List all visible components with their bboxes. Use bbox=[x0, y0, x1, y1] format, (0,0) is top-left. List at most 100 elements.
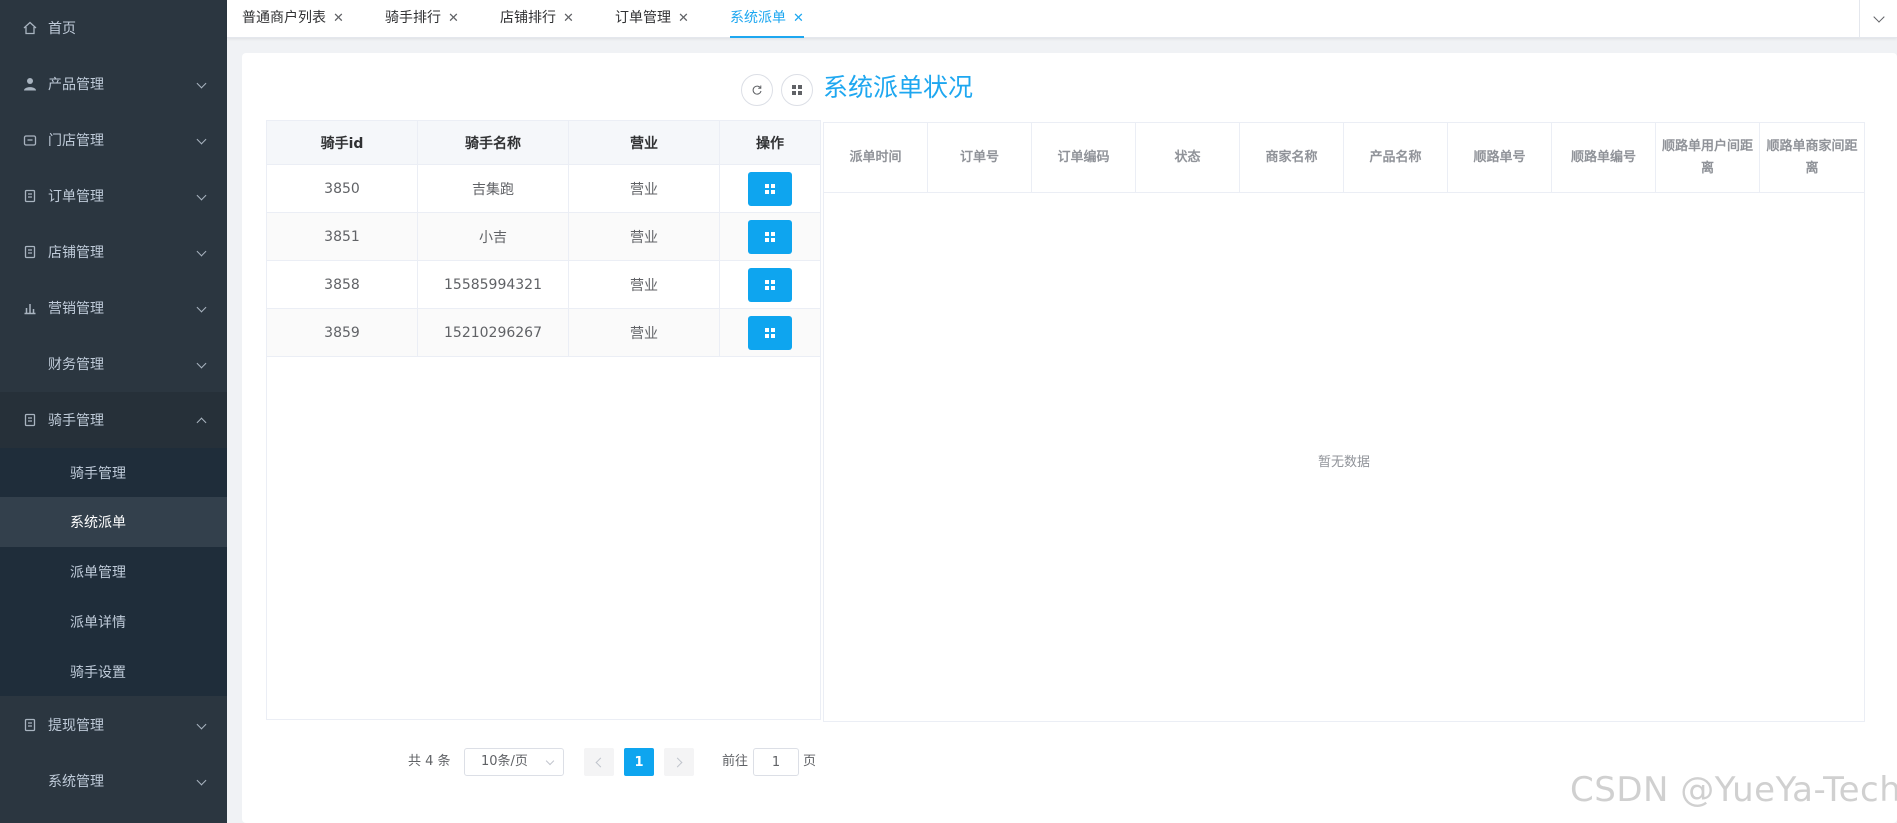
grid-icon bbox=[765, 183, 775, 194]
column-header: 营业 bbox=[569, 121, 720, 164]
submenu-item-system-dispatch[interactable]: 系统派单 bbox=[0, 497, 227, 547]
tab-label: 店铺排行 bbox=[500, 10, 556, 26]
view-button[interactable] bbox=[748, 315, 792, 350]
sidebar-item-label: 提现管理 bbox=[48, 718, 104, 734]
submenu-item-dispatch-management[interactable]: 派单管理 bbox=[0, 547, 227, 597]
submenu-item-label: 骑手管理 bbox=[70, 466, 126, 482]
view-button[interactable] bbox=[748, 267, 792, 302]
sidebar-item-label: 门店管理 bbox=[48, 133, 104, 149]
table-row: 3850 吉集跑 营业 bbox=[267, 165, 820, 213]
chevron-down-icon bbox=[1872, 11, 1885, 23]
rider-name: 15585994321 bbox=[418, 261, 569, 308]
sidebar: 首页 产品管理 门店管理 订单管理 店铺管理 营销管理 财务管理 骑手管理 骑手… bbox=[0, 0, 227, 823]
dispatch-order-table: 派单时间 订单号 订单编码 状态 商家名称 产品名称 顺路单号 顺路单编号 顺路… bbox=[823, 122, 1865, 722]
chevron-down-icon bbox=[196, 78, 207, 89]
tabs-menu-button[interactable] bbox=[1859, 0, 1897, 38]
tab-label: 系统派单 bbox=[730, 10, 786, 26]
sidebar-item-system[interactable]: 系统管理 bbox=[0, 753, 227, 809]
tab-label: 骑手排行 bbox=[385, 10, 441, 26]
view-button[interactable] bbox=[748, 219, 792, 254]
chevron-down-icon bbox=[545, 756, 555, 766]
sidebar-item-label: 系统管理 bbox=[48, 774, 104, 790]
chevron-up-icon bbox=[196, 417, 207, 428]
close-icon[interactable]: ✕ bbox=[448, 11, 459, 26]
chevron-right-icon bbox=[672, 757, 683, 767]
goto-label: 前往 bbox=[722, 754, 749, 769]
chevron-down-icon bbox=[196, 775, 207, 786]
grid-view-button[interactable] bbox=[781, 74, 813, 106]
page-size-value: 10条/页 bbox=[481, 754, 528, 769]
home-icon bbox=[22, 20, 38, 36]
rider-name: 吉集跑 bbox=[418, 165, 569, 212]
sidebar-item-shops[interactable]: 店铺管理 bbox=[0, 224, 227, 280]
close-icon[interactable]: ✕ bbox=[678, 11, 689, 26]
sidebar-item-withdrawals[interactable]: 提现管理 bbox=[0, 697, 227, 753]
submenu-item-rider-settings[interactable]: 骑手设置 bbox=[0, 647, 227, 697]
submenu-item-dispatch-details[interactable]: 派单详情 bbox=[0, 597, 227, 647]
page-number-current[interactable]: 1 bbox=[624, 748, 654, 776]
submenu-item-label: 派单管理 bbox=[70, 565, 126, 581]
user-icon bbox=[22, 76, 38, 92]
column-header: 商家名称 bbox=[1240, 123, 1344, 193]
sidebar-item-label: 订单管理 bbox=[48, 189, 104, 205]
grid-icon bbox=[765, 279, 775, 290]
column-header: 顺路单用户间距离 bbox=[1656, 123, 1760, 193]
pagination-total: 共 4 条 bbox=[408, 754, 451, 769]
view-button[interactable] bbox=[748, 171, 792, 206]
page-size-select[interactable]: 10条/页 bbox=[464, 748, 564, 776]
sidebar-item-finance[interactable]: 财务管理 bbox=[0, 336, 227, 392]
column-header: 订单号 bbox=[928, 123, 1032, 193]
tab-system-dispatch[interactable]: 系统派单 ✕ bbox=[730, 0, 804, 38]
sidebar-item-marketing[interactable]: 营销管理 bbox=[0, 280, 227, 336]
chevron-down-icon bbox=[196, 302, 207, 313]
sidebar-item-home[interactable]: 首页 bbox=[0, 0, 227, 56]
tab-label: 普通商户列表 bbox=[242, 10, 326, 26]
watermark: CSDN @YueYa-Tech bbox=[1570, 770, 1897, 810]
chevron-down-icon bbox=[196, 190, 207, 201]
submenu-item-rider-management[interactable]: 骑手管理 bbox=[0, 448, 227, 498]
submenu-item-label: 派单详情 bbox=[70, 615, 126, 631]
refresh-icon bbox=[752, 85, 762, 95]
next-page-button[interactable] bbox=[664, 748, 694, 776]
tab-order-management[interactable]: 订单管理 ✕ bbox=[615, 0, 689, 38]
tab-merchant-list[interactable]: 普通商户列表 ✕ bbox=[242, 0, 344, 38]
sidebar-item-products[interactable]: 产品管理 bbox=[0, 56, 227, 112]
close-icon[interactable]: ✕ bbox=[563, 11, 574, 26]
rider-id: 3858 bbox=[267, 261, 418, 308]
prev-page-button[interactable] bbox=[584, 748, 614, 776]
chevron-down-icon bbox=[196, 719, 207, 730]
table-row: 3851 小吉 营业 bbox=[267, 213, 820, 261]
column-header: 顺路单号 bbox=[1448, 123, 1552, 193]
empty-state-text: 暂无数据 bbox=[1317, 455, 1370, 470]
submenu-item-label: 骑手设置 bbox=[70, 665, 126, 681]
tab-shop-ranking[interactable]: 店铺排行 ✕ bbox=[500, 0, 574, 38]
grid-icon bbox=[792, 85, 802, 95]
sidebar-item-label: 首页 bbox=[48, 21, 76, 37]
rider-id: 3850 bbox=[267, 165, 418, 212]
document-icon bbox=[22, 244, 38, 260]
rider-name: 小吉 bbox=[418, 213, 569, 260]
goto-page-input[interactable] bbox=[753, 748, 799, 776]
sidebar-item-riders[interactable]: 骑手管理 bbox=[0, 392, 227, 448]
sidebar-item-orders[interactable]: 订单管理 bbox=[0, 168, 227, 224]
page-title: 系统派单状况 bbox=[823, 73, 974, 102]
column-header: 顺路单商家间距离 bbox=[1766, 139, 1858, 176]
rider-table: 骑手id 骑手名称 营业 操作 3850 吉集跑 营业 3851 小吉 营业 3… bbox=[266, 120, 821, 720]
rider-status: 营业 bbox=[569, 261, 720, 308]
column-header: 派单时间 bbox=[824, 123, 928, 193]
refresh-button[interactable] bbox=[741, 74, 773, 106]
grid-icon bbox=[765, 231, 775, 242]
chevron-down-icon bbox=[196, 358, 207, 369]
close-icon[interactable]: ✕ bbox=[333, 11, 344, 26]
sidebar-item-stores[interactable]: 门店管理 bbox=[0, 112, 227, 168]
column-header: 产品名称 bbox=[1344, 123, 1448, 193]
close-icon[interactable]: ✕ bbox=[793, 11, 804, 26]
tabs-bar: 普通商户列表 ✕ 骑手排行 ✕ 店铺排行 ✕ 订单管理 ✕ 系统派单 ✕ bbox=[227, 0, 1897, 38]
column-header: 顺路单编号 bbox=[1552, 123, 1656, 193]
chevron-down-icon bbox=[196, 246, 207, 257]
chart-icon bbox=[22, 300, 38, 316]
shop-icon bbox=[22, 132, 38, 148]
sidebar-item-label: 骑手管理 bbox=[48, 413, 104, 429]
rider-id: 3859 bbox=[267, 309, 418, 356]
tab-rider-ranking[interactable]: 骑手排行 ✕ bbox=[385, 0, 459, 38]
